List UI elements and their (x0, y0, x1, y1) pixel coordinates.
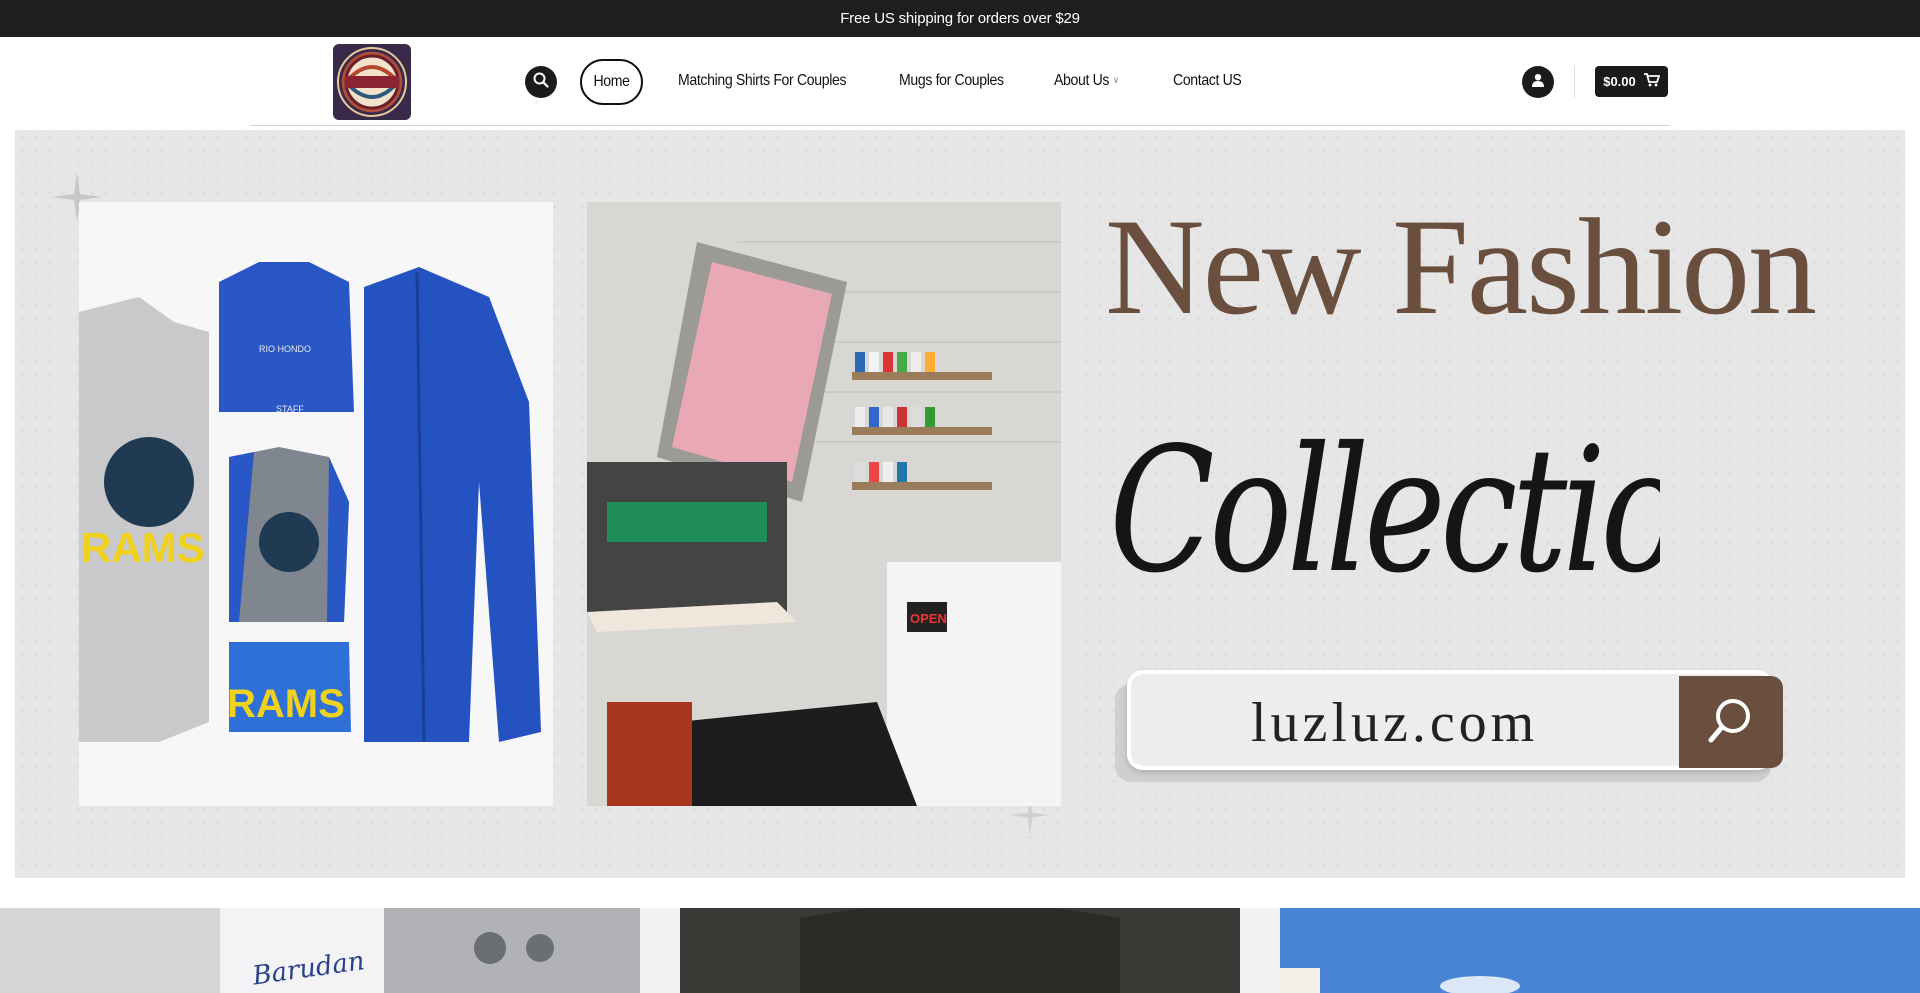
search-icon (1705, 694, 1757, 751)
user-icon (1531, 73, 1545, 92)
nav-item-about-us[interactable]: About Us ∨ (1054, 72, 1119, 90)
searchbar-box: luzluz.com (1127, 670, 1783, 770)
nav-item-label: Home (593, 73, 630, 90)
category-tile[interactable]: Barudan (0, 908, 640, 993)
team-word-text: RAMS (81, 524, 205, 571)
nav-item-contact[interactable]: Contact US (1173, 72, 1242, 90)
nav-item-matching-shirts[interactable]: Matching Shirts For Couples (678, 72, 846, 90)
search-icon (533, 72, 549, 93)
account-button[interactable] (1522, 66, 1554, 98)
announcement-text: Free US shipping for orders over $29 (840, 10, 1080, 27)
print-shop-photo: OPEN (587, 202, 1061, 806)
searchbar-text: luzluz.com (1251, 692, 1539, 754)
hero-searchbar-graphic: luzluz.com (1115, 670, 1783, 782)
chevron-down-icon: ∨ (1112, 75, 1119, 86)
search-button[interactable] (525, 66, 557, 98)
nav-item-mugs[interactable]: Mugs for Couples (899, 72, 1004, 90)
hero-headline: New Fashion (1105, 190, 1817, 343)
category-tile[interactable] (1280, 908, 1920, 993)
apparel-photo: RAMS RIO HONDO STAFF RAMS (79, 202, 553, 806)
nav-item-label: About Us (1054, 72, 1110, 89)
header-separator (1574, 66, 1575, 98)
category-tiles: Barudan (0, 908, 1920, 993)
site-logo[interactable] (333, 44, 411, 120)
cart-button[interactable]: $0.00 (1595, 66, 1668, 97)
open-sign-text: OPEN (910, 611, 947, 626)
cart-total: $0.00 (1603, 74, 1636, 89)
searchbar-button (1679, 676, 1783, 768)
category-tile[interactable] (640, 908, 1280, 993)
team-word-text: RAMS (227, 682, 345, 726)
script-word-text: Collection (1109, 410, 1660, 611)
shirt-label-text: STAFF (276, 404, 304, 414)
shirt-school-text: RIO HONDO (259, 344, 311, 354)
announcement-bar: Free US shipping for orders over $29 (0, 0, 1920, 37)
nav-item-home[interactable]: Home (580, 59, 643, 105)
hero-script-word: Collection (1100, 340, 1767, 630)
cart-icon (1643, 73, 1661, 90)
